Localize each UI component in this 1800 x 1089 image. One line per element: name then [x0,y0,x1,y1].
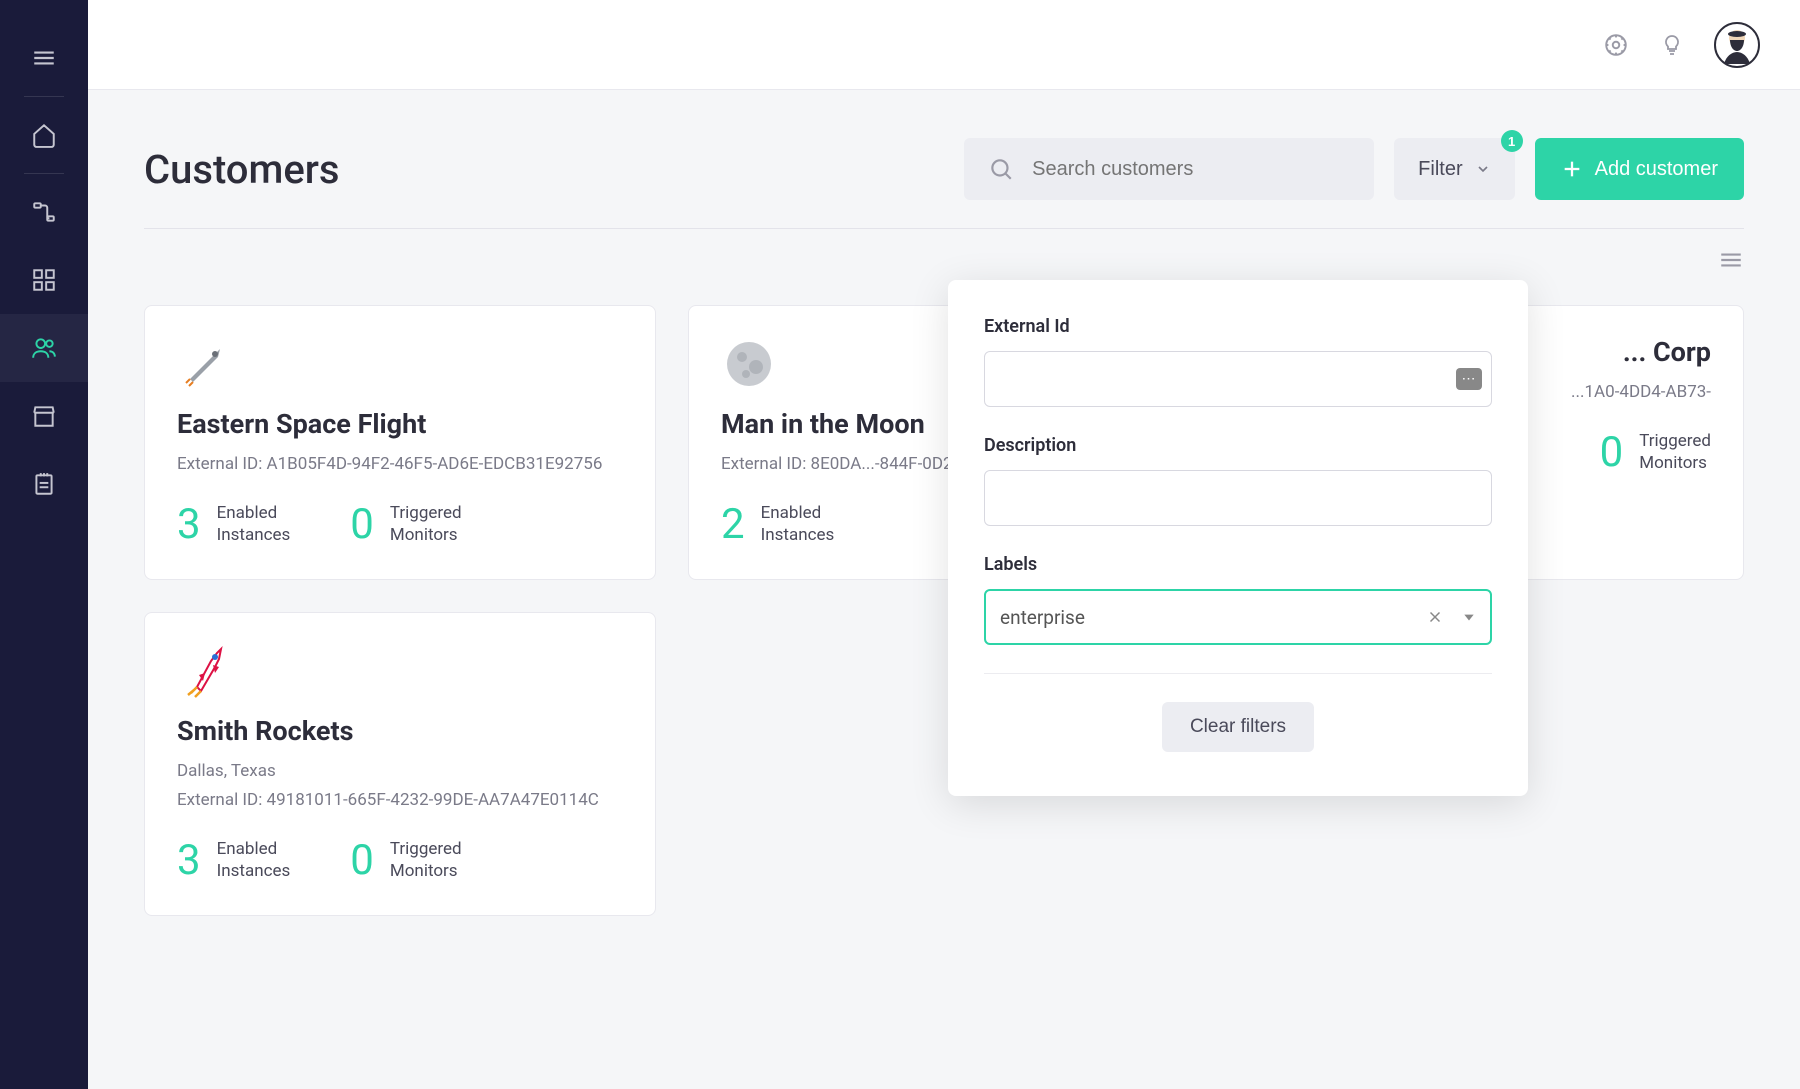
hamburger-icon [31,45,57,71]
labels-label: Labels [984,554,1492,575]
nav-integrations[interactable] [0,178,88,246]
filter-field-labels: Labels enterprise [984,554,1492,645]
customer-name: Eastern Space Flight [177,408,623,440]
description-label: Description [984,435,1492,456]
stat-triggered-label: Triggered Monitors [1639,430,1711,474]
topbar [88,0,1800,90]
filter-panel: External Id ⋯ Description Labels enterpr… [948,280,1528,796]
filter-button[interactable]: Filter 1 [1394,138,1514,200]
nav-home[interactable] [0,101,88,169]
grid-icon [31,267,57,293]
chevron-down-icon [1475,161,1491,177]
page-title: Customers [144,146,340,193]
main: Customers Filter 1 Add customer [88,0,1800,1089]
header-row: Customers Filter 1 Add customer [144,138,1744,200]
bulb-icon [1660,33,1684,57]
store-icon [31,403,57,429]
divider [24,96,64,97]
customer-icon [177,643,233,699]
stat-enabled: 3 Enabled Instances [177,500,290,549]
settings-button[interactable] [1602,31,1630,59]
labels-value: enterprise [1000,606,1426,629]
stat-enabled: 3 Enabled Instances [177,836,290,885]
clear-icon[interactable] [1426,608,1444,626]
stat-triggered: 0 Triggered Monitors [1600,428,1711,477]
search-box[interactable] [964,138,1374,200]
content: Customers Filter 1 Add customer [88,90,1800,1089]
stat-enabled-value: 3 [177,836,201,885]
stat-triggered-value: 0 [1600,428,1624,477]
users-icon [31,335,57,361]
customer-external-id: External ID: A1B05F4D-94F2-46F5-AD6E-EDC… [177,452,623,478]
stat-enabled-value: 2 [721,500,745,549]
filter-field-description: Description [984,435,1492,526]
gear-icon [1603,32,1629,58]
card-stats: 3 Enabled Instances 0 Triggered Monitors [177,500,623,549]
filter-field-external-id: External Id ⋯ [984,316,1492,407]
list-toolbar [144,228,1744,277]
stat-enabled-value: 3 [177,500,201,549]
customer-card[interactable]: Eastern Space Flight External ID: A1B05F… [144,305,656,580]
filter-label: Filter [1418,158,1462,181]
stat-enabled-label: Enabled Instances [217,838,291,882]
view-toggle[interactable] [1718,247,1744,277]
avatar-icon [1714,22,1760,68]
list-icon [1718,247,1744,273]
customer-external-id: External ID: 49181011-665F-4232-99DE-AA7… [177,788,623,814]
clear-filters-button[interactable]: Clear filters [1162,702,1314,752]
avatar[interactable] [1714,22,1760,68]
stat-enabled-label: Enabled Instances [217,502,291,546]
customer-icon [177,336,233,392]
stat-triggered-value: 0 [350,836,374,885]
filter-badge: 1 [1501,130,1523,152]
external-id-label: External Id [984,316,1492,337]
plus-icon [1561,158,1583,180]
stat-enabled: 2 Enabled Instances [721,500,834,549]
flow-icon [31,199,57,225]
stat-triggered: 0 Triggered Monitors [350,500,461,549]
sidebar [0,0,88,1089]
customer-location: Dallas, Texas [177,759,623,785]
nav-components[interactable] [0,246,88,314]
add-button-label: Add customer [1595,158,1718,181]
menu-toggle[interactable] [0,24,88,92]
customer-icon [721,336,777,392]
nav-marketplace[interactable] [0,382,88,450]
labels-input[interactable]: enterprise [984,589,1492,645]
customer-card[interactable]: Smith Rockets Dallas, Texas External ID:… [144,612,656,916]
add-customer-button[interactable]: Add customer [1535,138,1744,200]
nav-customers[interactable] [0,314,88,382]
help-button[interactable] [1658,31,1686,59]
description-input[interactable] [984,470,1492,526]
stat-triggered-value: 0 [350,500,374,549]
header-actions: Filter 1 Add customer [964,138,1744,200]
divider [984,673,1492,674]
stat-triggered-label: Triggered Monitors [390,838,462,882]
divider [24,173,64,174]
stat-triggered: 0 Triggered Monitors [350,836,461,885]
ellipsis-icon[interactable]: ⋯ [1456,368,1482,390]
search-icon [988,156,1014,182]
clipboard-icon [31,471,57,497]
dropdown-icon[interactable] [1462,610,1476,624]
nav-logs[interactable] [0,450,88,518]
card-stats: 3 Enabled Instances 0 Triggered Monitors [177,836,623,885]
external-id-input[interactable] [984,351,1492,407]
search-input[interactable] [1032,158,1350,181]
stat-triggered-label: Triggered Monitors [390,502,462,546]
stat-enabled-label: Enabled Instances [761,502,835,546]
customer-name: Smith Rockets [177,715,623,747]
home-icon [31,122,57,148]
